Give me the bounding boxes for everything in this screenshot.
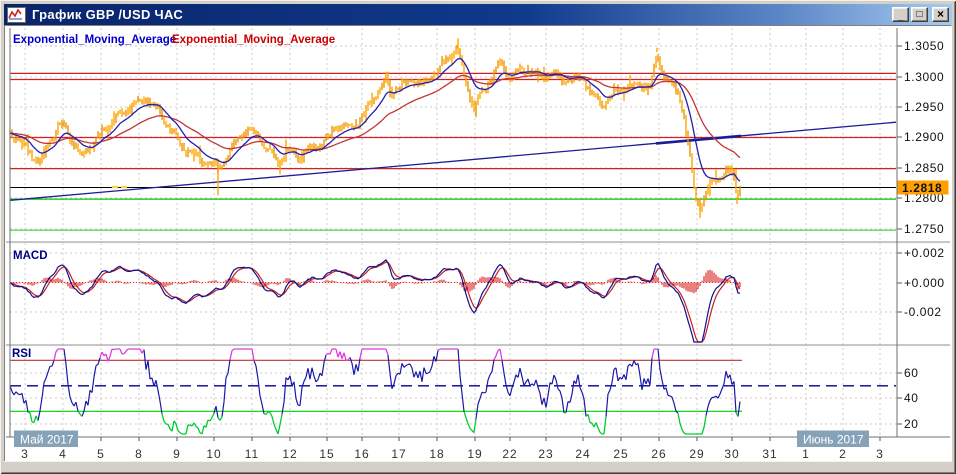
axis-label: +0.000 (904, 276, 945, 290)
axis-label: 1.2900 (904, 130, 944, 144)
selection-handle[interactable] (121, 185, 127, 189)
selection-handle[interactable] (112, 185, 118, 189)
day-label: 18 (429, 447, 444, 461)
day-label: 30 (724, 447, 739, 461)
rsi-label: RSI (12, 348, 31, 360)
day-label: 15 (319, 447, 334, 461)
day-label: 24 (575, 447, 590, 461)
axis-label: +0.002 (904, 246, 945, 260)
day-label: 31 (762, 447, 777, 461)
day-label: 11 (245, 447, 259, 461)
chart-icon (7, 6, 26, 23)
day-label: 17 (391, 447, 406, 461)
current-price-tag-label: 1.2818 (902, 181, 942, 195)
axis-label: 1.3000 (904, 70, 944, 84)
axis-label: 1.2850 (904, 161, 944, 175)
close-icon: × (936, 7, 944, 21)
day-label: 3 (876, 447, 884, 461)
day-label: 22 (502, 447, 517, 461)
ema-fast-label: Exponential_Moving_Average (13, 34, 176, 46)
day-label: 29 (689, 447, 704, 461)
chart-client: 3 4 5 8 9 10 11 12 15 16 17 18 19 22 23 24 25 26 29 30 31 1 2 3… (4, 25, 952, 462)
minimize-icon: _ (897, 11, 904, 22)
axis-label: 1.2950 (904, 100, 944, 114)
window-controls: _ □ × (890, 7, 949, 22)
axis-label: 40 (904, 391, 919, 405)
title-bar[interactable]: График GBP /USD ЧАС _ □ × (4, 4, 952, 25)
axis-label: 1.3050 (904, 39, 944, 53)
trendline[interactable] (9, 121, 897, 201)
day-label: 25 (613, 447, 628, 461)
axis-label: 20 (904, 417, 919, 431)
month-badge-label: Июнь 2017 (803, 433, 864, 447)
rsi-line-oversold (27, 411, 739, 435)
close-button[interactable]: × (932, 7, 949, 22)
axis-label: -0.002 (904, 305, 942, 319)
day-label: 19 (467, 447, 482, 461)
day-label: 8 (135, 447, 143, 461)
app-window: График GBP /USD ЧАС _ □ × 3 4 5 8 9 10 11 12 15 1… (0, 0, 956, 474)
day-label: 1 (802, 447, 810, 461)
maximize-icon: □ (916, 9, 923, 20)
day-label: 12 (282, 447, 297, 461)
macd-label: MACD (13, 250, 48, 262)
macd-line (9, 259, 741, 343)
macd-signal-line (9, 261, 741, 343)
day-label: 4 (59, 447, 67, 461)
day-label: 23 (538, 447, 553, 461)
axis-label: 60 (904, 366, 919, 380)
chart-canvas[interactable]: 3 4 5 8 9 10 11 12 15 16 17 18 19 22 23 24 25 26 29 30 31 1 2 3… (5, 26, 951, 461)
macd-histogram (11, 269, 741, 294)
day-label: 3 (21, 447, 29, 461)
day-label: 2 (839, 447, 847, 461)
window-bottom-frame (4, 461, 952, 470)
day-label: 16 (354, 447, 369, 461)
day-label: 9 (173, 447, 181, 461)
day-label: 5 (97, 447, 105, 461)
axis-label: 1.2750 (904, 222, 944, 236)
month-badge-label: Май 2017 (20, 433, 74, 447)
minimize-button[interactable]: _ (892, 7, 909, 22)
maximize-button[interactable]: □ (911, 7, 928, 22)
ema-slow-label: Exponential_Moving_Average (172, 34, 335, 46)
day-label: 10 (206, 447, 221, 461)
day-label: 26 (651, 447, 666, 461)
window-title: График GBP /USD ЧАС (32, 7, 184, 22)
